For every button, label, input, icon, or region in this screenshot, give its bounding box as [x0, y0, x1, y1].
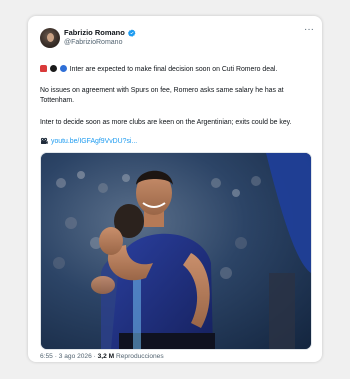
views-label: Reproducciones: [115, 353, 164, 360]
tweet-date[interactable]: 3 ago 2026: [59, 353, 92, 360]
tweet-time[interactable]: 6:55: [40, 353, 53, 360]
tweet-footer: 6:55 · 3 ago 2026 · 3,2 M Reproducciones: [40, 353, 164, 360]
black-circle-emoji-icon: [49, 65, 57, 72]
author-name[interactable]: Fabrizio Romano: [64, 28, 125, 37]
author-handle[interactable]: @FabrizioRomano: [64, 39, 122, 46]
footer-separator-2: ·: [93, 353, 96, 360]
tweet-photo[interactable]: [40, 152, 312, 350]
photo-image: [41, 153, 311, 349]
film-clip-icon: [40, 137, 48, 144]
tweet-card: Fabrizio Romano @FabrizioRomano ··· Inte…: [28, 16, 322, 362]
police-light-emoji-icon: [40, 65, 47, 72]
more-dots-icon[interactable]: ···: [304, 25, 314, 35]
tweet-link[interactable]: youtu.be/IGFAgf9VvDU?si...: [40, 137, 137, 145]
link-text[interactable]: youtu.be/IGFAgf9VvDU?si...: [51, 138, 137, 145]
blue-circle-emoji-icon: [59, 65, 67, 72]
tweet-text-line-2: No issues on agreement with Spurs on fee…: [40, 87, 284, 104]
avatar[interactable]: [40, 28, 60, 48]
tweet-text-line-1: Inter are expected to make final decisio…: [40, 65, 312, 75]
tweet-text-line-3: Inter to decide soon as more clubs are k…: [40, 119, 292, 126]
author-name-row[interactable]: Fabrizio Romano: [64, 28, 136, 37]
verified-badge-icon: [127, 29, 136, 37]
tweet-line-1-text: Inter are expected to make final decisio…: [69, 66, 278, 73]
footer-separator-1: ·: [54, 353, 57, 360]
views-count: 3,2 M: [97, 353, 115, 360]
